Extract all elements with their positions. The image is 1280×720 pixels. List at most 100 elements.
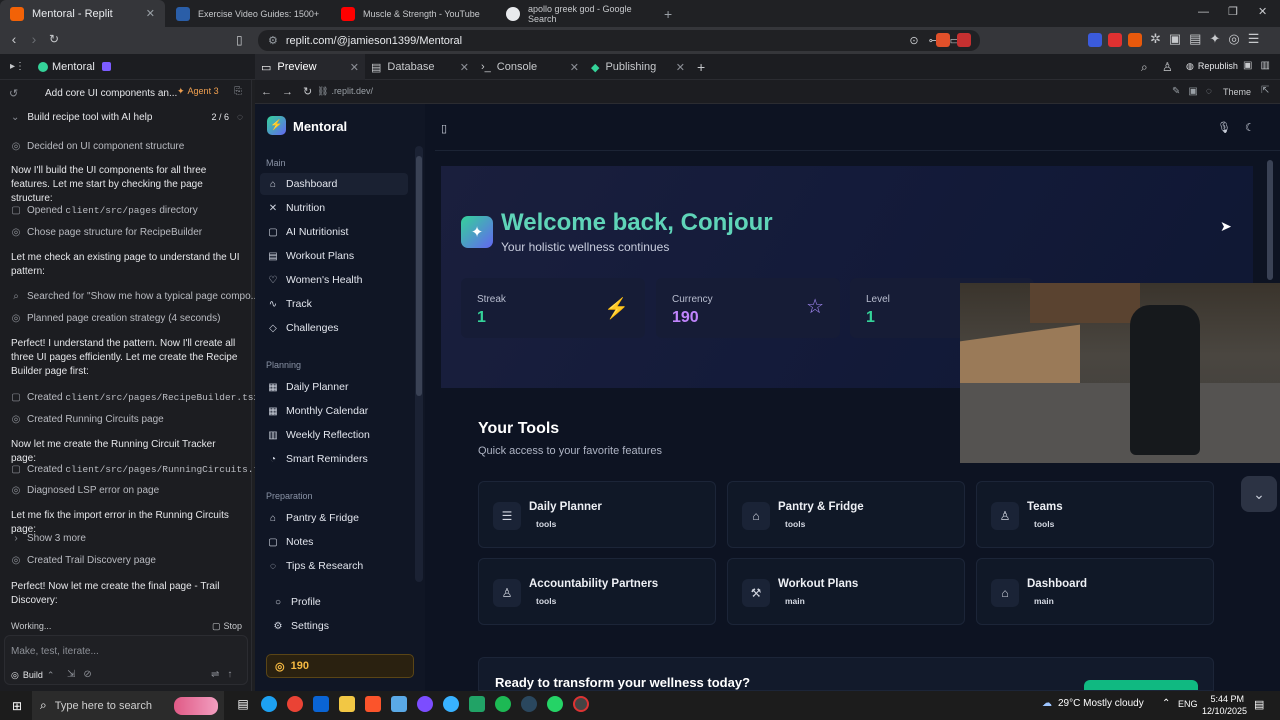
agent-step[interactable]: ◎ Chose page structure for RecipeBuilder bbox=[11, 227, 202, 238]
sidebar-item-women-s-health[interactable]: ♡ Women's Health bbox=[260, 269, 408, 291]
browser-tab-mentoral[interactable]: Mentoral - Replit ✕ bbox=[0, 0, 165, 27]
sidebar-item-profile[interactable]: ○ Profile bbox=[265, 591, 413, 613]
edge-icon[interactable] bbox=[256, 691, 282, 717]
preview-nav-icons[interactable]: ←→↻ bbox=[261, 85, 322, 98]
file-explorer-icon[interactable] bbox=[334, 691, 360, 717]
step-file-path[interactable]: client/src/pages/RecipeBuilder.tsx bbox=[65, 392, 259, 403]
back-icon[interactable]: ‹ bbox=[4, 31, 24, 47]
browser-tab-google[interactable]: apollo greek god - Google Search bbox=[496, 0, 660, 27]
sidebar-item-pantry-fridge[interactable]: ⌂ Pantry & Fridge bbox=[260, 507, 408, 529]
sidebar-item-workout-plans[interactable]: ▤ Workout Plans bbox=[260, 245, 408, 267]
preview-url[interactable]: ⛓ .replit.dev/ bbox=[317, 86, 373, 97]
address-bar[interactable]: ⚙ replit.com/@jamieson1399/Mentoral ⊙⊶▭ bbox=[258, 30, 980, 51]
window-close-icon[interactable]: ✕ bbox=[1258, 5, 1267, 18]
sidebar-item-weekly-reflection[interactable]: ▥ Weekly Reflection bbox=[260, 424, 408, 446]
agent-step[interactable]: ⌕ Searched for "Show me how a typical pag… bbox=[11, 291, 259, 302]
language-indicator[interactable]: ENG bbox=[1178, 699, 1198, 709]
tool-card[interactable]: ⚒ Workout Plans main bbox=[727, 558, 965, 625]
spotify-icon[interactable] bbox=[490, 691, 516, 717]
new-chat-icon[interactable]: ⎘ bbox=[234, 86, 242, 97]
extension-icon[interactable] bbox=[1088, 33, 1102, 47]
new-tab-icon[interactable]: + bbox=[664, 6, 672, 22]
browser-tab-exercise[interactable]: Exercise Video Guides: 1500+ Exercis bbox=[166, 0, 330, 27]
steam-icon[interactable] bbox=[516, 691, 542, 717]
app-icon[interactable] bbox=[438, 691, 464, 717]
tray-overflow-icon[interactable]: ⌃ bbox=[1162, 698, 1170, 709]
tab-database[interactable]: ▤ Database ✕ bbox=[365, 54, 475, 80]
extension-icon[interactable] bbox=[1108, 33, 1122, 47]
taskbar-search[interactable]: ⌕ Type here to search bbox=[32, 691, 224, 720]
forward-icon[interactable]: › bbox=[24, 31, 44, 47]
brave-rewards-icon[interactable] bbox=[957, 33, 971, 47]
republish-button[interactable]: ◍ Republish bbox=[1186, 61, 1238, 72]
search-icon[interactable]: ⌕ bbox=[1141, 60, 1148, 75]
sidebar-item-track[interactable]: ∿ Track bbox=[260, 293, 408, 315]
tool-card[interactable]: ⌂ Pantry & Fridge tools bbox=[727, 481, 965, 548]
task-header[interactable]: ⌄ Build recipe tool with AI help 2 / 6 ◌ bbox=[11, 112, 243, 123]
agent-step[interactable]: › Show 3 more bbox=[11, 533, 86, 544]
tab-preview[interactable]: ▭ Preview ✕ bbox=[255, 54, 365, 80]
agent-step[interactable]: ▢ Created client/src/pages/RecipeBuilder.… bbox=[11, 392, 259, 403]
task-view-icon[interactable]: ▤ bbox=[230, 691, 256, 717]
weather-widget[interactable]: ☁ 29°C Mostly cloudy bbox=[1042, 698, 1144, 709]
open-external-icon[interactable]: ⇱ bbox=[1261, 85, 1269, 96]
invite-icon[interactable]: ♙ bbox=[1162, 60, 1173, 74]
tool-card[interactable]: ☰ Daily Planner tools bbox=[478, 481, 716, 548]
close-icon[interactable]: ✕ bbox=[570, 61, 579, 74]
app-icon[interactable] bbox=[568, 691, 594, 717]
project-name[interactable]: Mentoral bbox=[52, 61, 95, 73]
cta-button[interactable] bbox=[1084, 680, 1198, 690]
windows-start-icon[interactable]: ⊞ bbox=[4, 693, 30, 719]
sidebar-item-tips-research[interactable]: ◌ Tips & Research bbox=[260, 555, 408, 577]
stop-button[interactable]: ▢ Stop bbox=[212, 621, 242, 632]
tab-console[interactable]: ›_ Console ✕ bbox=[475, 54, 585, 80]
app-icon[interactable] bbox=[386, 691, 412, 717]
chat-input[interactable]: Make, test, iterate... bbox=[11, 646, 99, 657]
step-file-path[interactable]: client/src/pages bbox=[65, 205, 156, 216]
close-icon[interactable]: ✕ bbox=[146, 7, 155, 20]
agent-step[interactable]: ▢ Opened client/src/pages directory bbox=[11, 205, 197, 216]
sidebar-item-settings[interactable]: ⚙ Settings bbox=[265, 615, 413, 637]
sidebar-item-dashboard[interactable]: ⌂ Dashboard bbox=[260, 173, 408, 195]
sidebar-toggle-icon[interactable]: ▸⋮ bbox=[10, 61, 25, 72]
notifications-icon[interactable]: ▤ bbox=[1254, 698, 1264, 711]
layout-icons[interactable]: ▣▥ bbox=[1243, 60, 1278, 71]
coins-badge[interactable]: ◎ 190 bbox=[266, 654, 414, 678]
reload-icon[interactable]: ↻ bbox=[44, 32, 64, 46]
mode-selector[interactable]: ◎ Build ⌃ bbox=[11, 670, 54, 681]
tool-card[interactable]: ♙ Accountability Partners tools bbox=[478, 558, 716, 625]
bookmark-icon[interactable]: ▯ bbox=[236, 33, 243, 47]
app-icon[interactable] bbox=[412, 691, 438, 717]
browser-tab-youtube[interactable]: Muscle & Strength - YouTube bbox=[331, 0, 495, 27]
close-icon[interactable]: ✕ bbox=[460, 61, 469, 74]
site-info-icon[interactable]: ⚙ bbox=[268, 34, 278, 47]
microphone-icon[interactable]: 🎙 bbox=[1217, 121, 1231, 134]
add-tab-icon[interactable]: + bbox=[697, 59, 705, 75]
sidebar-item-monthly-calendar[interactable]: ▦ Monthly Calendar bbox=[260, 400, 408, 422]
close-icon[interactable]: ✕ bbox=[676, 61, 685, 74]
extension-icon[interactable] bbox=[1128, 33, 1142, 47]
sidebar-item-ai-nutritionist[interactable]: ▢ AI Nutritionist bbox=[260, 221, 408, 243]
collapse-sidebar-icon[interactable]: ▯ bbox=[441, 122, 447, 135]
sidebar-item-nutrition[interactable]: ✕ Nutrition bbox=[260, 197, 408, 219]
toolbar-icons[interactable]: ✲▣▤✦◎☰ bbox=[1150, 31, 1267, 47]
tool-card[interactable]: ⌂ Dashboard main bbox=[976, 558, 1214, 625]
moon-icon[interactable]: ☾ bbox=[1245, 121, 1255, 134]
taskbar-search-input[interactable]: Type here to search bbox=[55, 700, 152, 712]
agent-step[interactable]: ◎ Decided on UI component structure bbox=[11, 141, 185, 152]
whatsapp-icon[interactable] bbox=[542, 691, 568, 717]
close-icon[interactable]: ✕ bbox=[350, 61, 359, 74]
outlook-icon[interactable] bbox=[308, 691, 334, 717]
theme-button[interactable]: Theme bbox=[1223, 87, 1251, 97]
agent-step[interactable]: ◎ Created Trail Discovery page bbox=[11, 555, 156, 566]
brave-icon[interactable] bbox=[360, 691, 386, 717]
taskbar-clock[interactable]: 5:44 PM 12/10/2025 bbox=[1202, 693, 1247, 717]
attach-icons[interactable]: ⇲⊘ bbox=[67, 669, 100, 680]
thread-title[interactable]: Add core UI components an... bbox=[45, 88, 177, 99]
main-scrollbar[interactable] bbox=[1266, 150, 1274, 684]
maximize-icon[interactable]: ❐ bbox=[1228, 5, 1238, 18]
agent-step[interactable]: ▢ Created client/src/pages/RunningCircuit… bbox=[11, 464, 276, 475]
sidebar-item-challenges[interactable]: ◇ Challenges bbox=[260, 317, 408, 339]
chart-app-icon[interactable] bbox=[464, 691, 490, 717]
agent-step[interactable]: ◎ Diagnosed LSP error on page bbox=[11, 485, 160, 496]
